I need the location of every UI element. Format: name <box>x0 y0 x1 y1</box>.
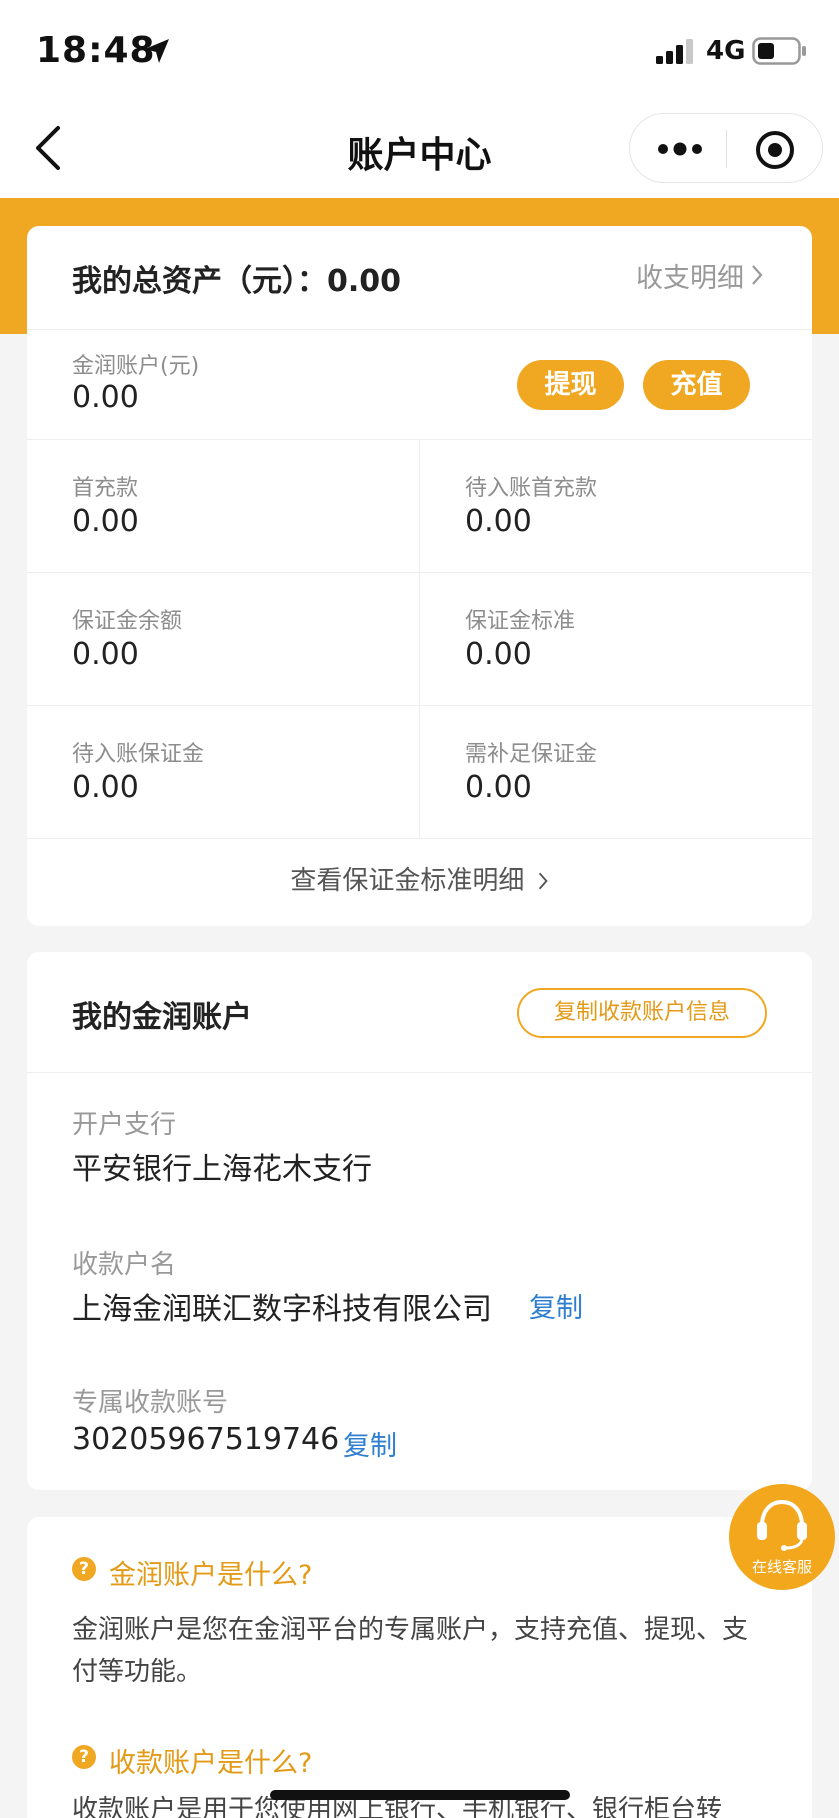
balance-value: 0.00 <box>465 637 532 672</box>
account-number-label: 专属收款账号 <box>72 1388 229 1418</box>
account-card-header: 我的金润账户 复制收款账户信息 <box>27 952 812 1073</box>
jinrun-balance-row: 金润账户(元) 0.00 提现 充值 <box>27 330 812 440</box>
bank-branch-value: 平安银行上海花木支行 <box>72 1152 372 1187</box>
grid-divider <box>419 706 420 839</box>
chevron-right-icon <box>538 872 548 890</box>
grid-divider <box>419 440 420 573</box>
grid-divider <box>419 573 420 706</box>
location-arrow-icon <box>145 39 169 63</box>
question-circle-icon: ? <box>72 1745 96 1769</box>
jinrun-balance-value: 0.00 <box>72 380 139 415</box>
balance-value: 0.00 <box>465 770 532 805</box>
more-icon[interactable] <box>655 128 705 170</box>
balance-label: 待入账首充款 <box>465 476 598 501</box>
balance-label: 保证金标准 <box>465 609 576 634</box>
income-expense-detail-link[interactable]: 收支明细 <box>636 256 744 295</box>
online-service-button[interactable]: 在线客服 <box>729 1484 835 1590</box>
faq-card: ? 金润账户是什么? 金润账户是您在金润平台的专属账户，支持充值、提现、支付等功… <box>27 1517 812 1818</box>
withdraw-button[interactable]: 提现 <box>517 360 624 410</box>
online-service-label: 在线客服 <box>751 1558 812 1576</box>
copy-payee-name-link[interactable]: 复制 <box>529 1286 583 1325</box>
balance-label: 保证金余额 <box>72 609 183 634</box>
total-assets-row: 我的总资产（元）：0.00 收支明细 <box>27 226 812 330</box>
signal-icon <box>656 39 693 64</box>
deposit-standard-detail-link[interactable]: 查看保证金标准明细 <box>27 836 812 926</box>
copy-account-number-link[interactable]: 复制 <box>343 1424 397 1463</box>
account-number-value: 30205967519746 <box>72 1422 340 1457</box>
total-assets-value: 0.00 <box>327 264 402 299</box>
miniprogram-capsule <box>629 113 823 183</box>
close-target-icon[interactable] <box>754 129 796 171</box>
jinrun-balance-label: 金润账户(元) <box>72 354 200 379</box>
bank-branch-label: 开户支行 <box>72 1110 177 1140</box>
status-time: 18:48 <box>36 30 156 71</box>
balance-grid-row: 保证金余额 0.00 保证金标准 0.00 <box>27 573 812 706</box>
deposit-standard-link-label: 查看保证金标准明细 <box>290 866 525 896</box>
nav-bar: 账户中心 <box>0 100 839 198</box>
balance-value: 0.00 <box>72 637 139 672</box>
recharge-button[interactable]: 充值 <box>643 360 750 410</box>
payee-name-label: 收款户名 <box>72 1250 177 1280</box>
balance-value: 0.00 <box>72 770 139 805</box>
jinrun-account-card: 我的金润账户 复制收款账户信息 开户支行 平安银行上海花木支行 收款户名 上海金… <box>27 952 812 1490</box>
balance-label: 待入账保证金 <box>72 742 205 767</box>
payee-name-value: 上海金润联汇数字科技有限公司 <box>72 1292 492 1327</box>
network-type: 4G <box>706 36 746 66</box>
account-card-title: 我的金润账户 <box>72 1000 252 1035</box>
balance-label: 首充款 <box>72 476 139 501</box>
battery-icon <box>752 37 806 65</box>
assets-card: 我的总资产（元）：0.00 收支明细 金润账户(元) 0.00 提现 充值 首充… <box>27 226 812 926</box>
total-assets-label: 我的总资产（元）：0.00 <box>72 264 402 299</box>
status-bar: 18:48 4G <box>0 0 839 100</box>
chevron-right-icon <box>752 265 763 285</box>
balance-grid-row: 待入账保证金 0.00 需补足保证金 0.00 <box>27 706 812 839</box>
copy-account-info-button[interactable]: 复制收款账户信息 <box>517 988 767 1038</box>
capsule-divider <box>726 130 727 168</box>
faq-question: 收款账户是什么? <box>109 1748 313 1779</box>
headset-icon <box>757 1499 807 1551</box>
balance-label: 需补足保证金 <box>465 742 598 767</box>
faq-question: 金润账户是什么? <box>109 1560 313 1591</box>
home-indicator <box>270 1790 570 1800</box>
balance-grid-row: 首充款 0.00 待入账首充款 0.00 <box>27 440 812 573</box>
question-circle-icon: ? <box>72 1557 96 1581</box>
faq-answer: 金润账户是您在金润平台的专属账户，支持充值、提现、支付等功能。 <box>72 1615 749 1687</box>
balance-value: 0.00 <box>72 504 139 539</box>
balance-value: 0.00 <box>465 504 532 539</box>
